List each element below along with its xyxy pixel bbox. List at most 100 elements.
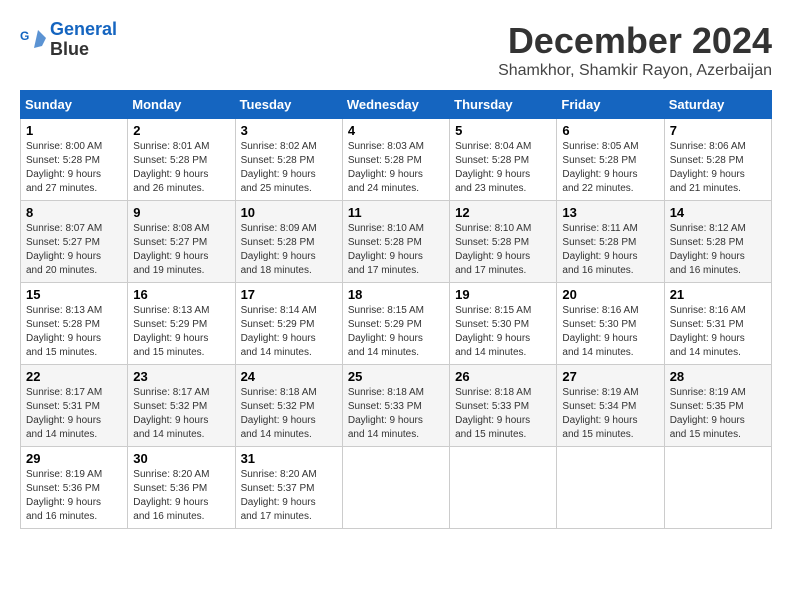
day-cell: 30Sunrise: 8:20 AM Sunset: 5:36 PM Dayli… (128, 447, 235, 529)
day-number: 4 (348, 123, 444, 138)
day-info: Sunrise: 8:13 AM Sunset: 5:29 PM Dayligh… (133, 304, 229, 360)
page-header: G General Blue December 2024 Shamkhor, S… (20, 20, 772, 80)
day-info: Sunrise: 8:16 AM Sunset: 5:30 PM Dayligh… (562, 304, 658, 360)
day-info: Sunrise: 8:02 AM Sunset: 5:28 PM Dayligh… (241, 140, 337, 196)
day-cell: 26Sunrise: 8:18 AM Sunset: 5:33 PM Dayli… (450, 365, 557, 447)
day-number: 6 (562, 123, 658, 138)
week-row-3: 15 Sunrise: 8:13 AM Sunset: 5:28 PM Dayli… (21, 283, 772, 365)
day-header-sunday: Sunday (21, 91, 128, 119)
day-header-tuesday: Tuesday (235, 91, 342, 119)
day-cell: 8Sunrise: 8:07 AM Sunset: 5:27 PM Daylig… (21, 201, 128, 283)
day-number: 1 (26, 123, 122, 138)
day-cell: 9 Sunrise: 8:08 AM Sunset: 5:27 PM Daylig… (128, 201, 235, 283)
day-number: 16 (133, 287, 229, 302)
week-row-5: 29 Sunrise: 8:19 AM Sunset: 5:36 PM Dayli… (21, 447, 772, 529)
day-info: Sunrise: 8:18 AM Sunset: 5:33 PM Dayligh… (348, 386, 444, 442)
day-info: Sunrise: 8:04 AM Sunset: 5:28 PM Dayligh… (455, 140, 551, 196)
day-cell: 19 Sunrise: 8:15 AM Sunset: 5:30 PM Dayli… (450, 283, 557, 365)
day-cell: 13 Sunrise: 8:11 AM Sunset: 5:28 PM Dayli… (557, 201, 664, 283)
day-number: 31 (241, 451, 337, 466)
day-info: Sunrise: 8:17 AM Sunset: 5:31 PM Dayligh… (26, 386, 122, 442)
day-header-saturday: Saturday (664, 91, 771, 119)
day-number: 17 (241, 287, 337, 302)
day-info: Sunrise: 8:00 AM Sunset: 5:28 PM Dayligh… (26, 140, 122, 196)
day-cell: 14Sunrise: 8:12 AM Sunset: 5:28 PM Dayli… (664, 201, 771, 283)
day-cell: 1 Sunrise: 8:00 AM Sunset: 5:28 PM Daylig… (21, 119, 128, 201)
day-info: Sunrise: 8:01 AM Sunset: 5:28 PM Dayligh… (133, 140, 229, 196)
day-cell: 20Sunrise: 8:16 AM Sunset: 5:30 PM Dayli… (557, 283, 664, 365)
day-number: 30 (133, 451, 229, 466)
day-cell: 7 Sunrise: 8:06 AM Sunset: 5:28 PM Daylig… (664, 119, 771, 201)
day-info: Sunrise: 8:19 AM Sunset: 5:34 PM Dayligh… (562, 386, 658, 442)
week-row-4: 22 Sunrise: 8:17 AM Sunset: 5:31 PM Dayli… (21, 365, 772, 447)
day-info: Sunrise: 8:15 AM Sunset: 5:29 PM Dayligh… (348, 304, 444, 360)
day-info: Sunrise: 8:06 AM Sunset: 5:28 PM Dayligh… (670, 140, 766, 196)
day-info: Sunrise: 8:12 AM Sunset: 5:28 PM Dayligh… (670, 222, 766, 278)
day-cell: 28 Sunrise: 8:19 AM Sunset: 5:35 PM Dayli… (664, 365, 771, 447)
day-header-friday: Friday (557, 91, 664, 119)
day-info: Sunrise: 8:16 AM Sunset: 5:31 PM Dayligh… (670, 304, 766, 360)
day-cell: 16 Sunrise: 8:13 AM Sunset: 5:29 PM Dayli… (128, 283, 235, 365)
day-number: 21 (670, 287, 766, 302)
day-cell (664, 447, 771, 529)
day-number: 13 (562, 205, 658, 220)
day-cell: 31 Sunrise: 8:20 AM Sunset: 5:37 PM Dayli… (235, 447, 342, 529)
day-header-wednesday: Wednesday (342, 91, 449, 119)
day-number: 9 (133, 205, 229, 220)
day-info: Sunrise: 8:19 AM Sunset: 5:35 PM Dayligh… (670, 386, 766, 442)
day-cell (342, 447, 449, 529)
day-number: 18 (348, 287, 444, 302)
day-info: Sunrise: 8:20 AM Sunset: 5:37 PM Dayligh… (241, 468, 337, 524)
day-number: 12 (455, 205, 551, 220)
day-info: Sunrise: 8:14 AM Sunset: 5:29 PM Dayligh… (241, 304, 337, 360)
day-number: 19 (455, 287, 551, 302)
day-cell: 27 Sunrise: 8:19 AM Sunset: 5:34 PM Dayli… (557, 365, 664, 447)
day-info: Sunrise: 8:11 AM Sunset: 5:28 PM Dayligh… (562, 222, 658, 278)
day-cell: 15 Sunrise: 8:13 AM Sunset: 5:28 PM Dayli… (21, 283, 128, 365)
location-title: Shamkhor, Shamkir Rayon, Azerbaijan (498, 62, 772, 80)
day-cell: 17 Sunrise: 8:14 AM Sunset: 5:29 PM Dayli… (235, 283, 342, 365)
logo-text: General Blue (50, 20, 117, 60)
day-cell: 12 Sunrise: 8:10 AM Sunset: 5:28 PM Dayli… (450, 201, 557, 283)
day-cell (450, 447, 557, 529)
week-row-1: 1 Sunrise: 8:00 AM Sunset: 5:28 PM Daylig… (21, 119, 772, 201)
day-info: Sunrise: 8:08 AM Sunset: 5:27 PM Dayligh… (133, 222, 229, 278)
day-number: 28 (670, 369, 766, 384)
week-row-2: 8Sunrise: 8:07 AM Sunset: 5:27 PM Daylig… (21, 201, 772, 283)
day-number: 29 (26, 451, 122, 466)
day-cell: 22 Sunrise: 8:17 AM Sunset: 5:31 PM Dayli… (21, 365, 128, 447)
day-cell: 4Sunrise: 8:03 AM Sunset: 5:28 PM Daylig… (342, 119, 449, 201)
day-info: Sunrise: 8:10 AM Sunset: 5:28 PM Dayligh… (455, 222, 551, 278)
day-info: Sunrise: 8:13 AM Sunset: 5:28 PM Dayligh… (26, 304, 122, 360)
logo: G General Blue (20, 20, 117, 60)
day-number: 3 (241, 123, 337, 138)
day-cell: 2Sunrise: 8:01 AM Sunset: 5:28 PM Daylig… (128, 119, 235, 201)
day-info: Sunrise: 8:09 AM Sunset: 5:28 PM Dayligh… (241, 222, 337, 278)
day-number: 27 (562, 369, 658, 384)
day-info: Sunrise: 8:19 AM Sunset: 5:36 PM Dayligh… (26, 468, 122, 524)
day-cell: 23Sunrise: 8:17 AM Sunset: 5:32 PM Dayli… (128, 365, 235, 447)
logo-icon: G (20, 26, 48, 54)
day-number: 7 (670, 123, 766, 138)
calendar-table: SundayMondayTuesdayWednesdayThursdayFrid… (20, 90, 772, 529)
day-cell: 25 Sunrise: 8:18 AM Sunset: 5:33 PM Dayli… (342, 365, 449, 447)
day-cell: 29 Sunrise: 8:19 AM Sunset: 5:36 PM Dayli… (21, 447, 128, 529)
day-info: Sunrise: 8:05 AM Sunset: 5:28 PM Dayligh… (562, 140, 658, 196)
svg-text:G: G (20, 29, 29, 43)
day-info: Sunrise: 8:07 AM Sunset: 5:27 PM Dayligh… (26, 222, 122, 278)
day-info: Sunrise: 8:15 AM Sunset: 5:30 PM Dayligh… (455, 304, 551, 360)
day-cell: 24Sunrise: 8:18 AM Sunset: 5:32 PM Dayli… (235, 365, 342, 447)
day-number: 15 (26, 287, 122, 302)
day-number: 22 (26, 369, 122, 384)
day-cell: 21 Sunrise: 8:16 AM Sunset: 5:31 PM Dayli… (664, 283, 771, 365)
day-number: 11 (348, 205, 444, 220)
day-number: 5 (455, 123, 551, 138)
header-row: SundayMondayTuesdayWednesdayThursdayFrid… (21, 91, 772, 119)
day-cell: 6 Sunrise: 8:05 AM Sunset: 5:28 PM Daylig… (557, 119, 664, 201)
day-cell: 18 Sunrise: 8:15 AM Sunset: 5:29 PM Dayli… (342, 283, 449, 365)
month-title: December 2024 (498, 20, 772, 62)
day-number: 26 (455, 369, 551, 384)
day-info: Sunrise: 8:17 AM Sunset: 5:32 PM Dayligh… (133, 386, 229, 442)
day-number: 10 (241, 205, 337, 220)
day-number: 25 (348, 369, 444, 384)
